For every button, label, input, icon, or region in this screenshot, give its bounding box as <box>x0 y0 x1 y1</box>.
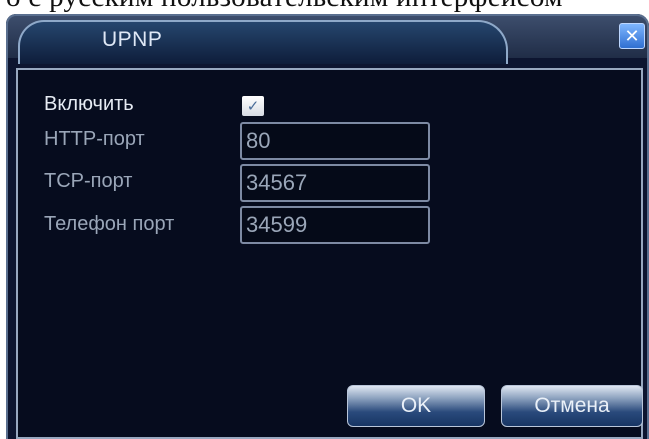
window-title: UPNP <box>102 28 163 51</box>
enable-checkbox[interactable]: ✓ <box>242 96 264 116</box>
tcp-port-field[interactable]: 34567 <box>240 164 430 202</box>
http-port-field[interactable]: 80 <box>240 122 430 160</box>
upnp-dialog: UPNP ✕ Включить ✓ HTTP-порт 80 TCP-порт … <box>6 14 649 439</box>
tcp-port-label: TCP-порт <box>44 170 133 192</box>
settings-panel: Включить ✓ HTTP-порт 80 TCP-порт 34567 Т… <box>16 68 643 439</box>
cancel-button[interactable]: Отмена <box>501 385 643 427</box>
enable-label: Включить <box>44 93 134 115</box>
ok-button[interactable]: OK <box>347 385 485 427</box>
close-button[interactable]: ✕ <box>619 23 645 49</box>
cropped-top-text: о с русским пользовательским интерфейсом <box>0 0 649 15</box>
titlebar: UPNP ✕ <box>6 14 649 64</box>
checkmark-icon: ✓ <box>246 98 260 115</box>
http-port-label: HTTP-порт <box>44 128 145 150</box>
close-icon: ✕ <box>624 26 640 46</box>
phone-port-label: Телефон порт <box>44 213 175 235</box>
title-tab: UPNP <box>18 20 508 64</box>
phone-port-field[interactable]: 34599 <box>240 206 430 244</box>
